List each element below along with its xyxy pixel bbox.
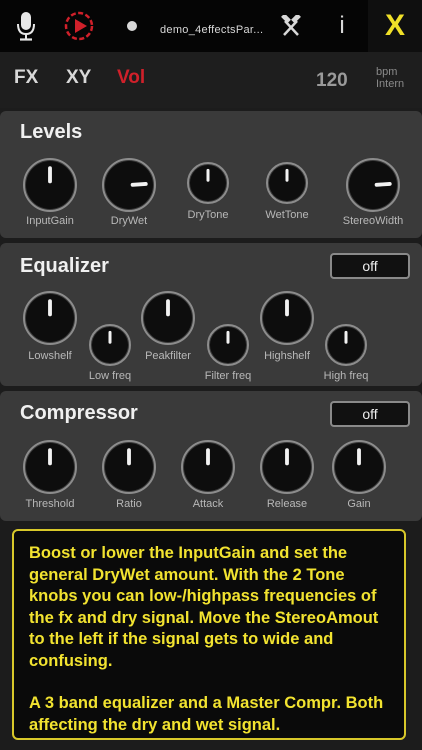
bpm-labels: bpm Intern — [376, 66, 404, 90]
knob-inputgain[interactable] — [22, 157, 78, 218]
knob-release[interactable] — [259, 439, 315, 500]
close-button[interactable]: X — [368, 0, 422, 52]
knob-label: Threshold — [25, 498, 75, 510]
filename-label[interactable]: demo_4effectsPar... — [160, 0, 263, 52]
levels-title: Levels — [20, 121, 83, 143]
mode-tabs: FX XY Vol 120 bpm Intern — [0, 52, 422, 108]
knob-wettone[interactable] — [265, 161, 309, 210]
tab-fx[interactable]: FX — [14, 67, 38, 89]
knob-label: DryWet — [110, 215, 148, 227]
knob-stereowidth[interactable] — [345, 157, 401, 218]
levels-panel: Levels InputGain DryWet DryTone WetTone Ster… — [0, 111, 422, 238]
knob-drywet[interactable] — [101, 157, 157, 218]
bpm-unit: bpm — [376, 66, 398, 78]
tab-xy[interactable]: XY — [66, 67, 91, 89]
knob-label: Highshelf — [264, 350, 310, 362]
knob-drytone[interactable] — [186, 161, 230, 210]
knob-label: Peakfilter — [145, 350, 191, 362]
help-text-2: A 3 band equalizer and a Master Compr. B… — [29, 694, 384, 734]
compressor-toggle[interactable]: off — [330, 401, 410, 427]
knob-label: High freq — [323, 370, 369, 382]
equalizer-panel: Equalizer off Lowshelf Low freq Peakfilter… — [0, 243, 422, 386]
knob-threshold[interactable] — [22, 439, 78, 500]
knob-ratio[interactable] — [101, 439, 157, 500]
knob-high-freq[interactable] — [324, 323, 368, 372]
knob-low-freq[interactable] — [88, 323, 132, 372]
help-text-1: Boost or lower the InputGain and set the… — [29, 544, 379, 670]
info-icon[interactable]: i — [332, 0, 352, 52]
bpm-value[interactable]: 120 — [316, 70, 348, 92]
knob-label: WetTone — [265, 209, 309, 221]
knob-filter-freq[interactable] — [206, 323, 250, 372]
compressor-title: Compressor — [20, 402, 138, 424]
knob-label: Release — [266, 498, 308, 510]
knob-peakfilter[interactable] — [140, 290, 196, 351]
knob-label: DryTone — [187, 209, 229, 221]
knob-label: Filter freq — [204, 370, 252, 382]
play-record-icon[interactable] — [61, 0, 97, 52]
microphone-icon[interactable] — [8, 0, 44, 52]
equalizer-toggle[interactable]: off — [330, 253, 410, 279]
knob-highshelf[interactable] — [259, 290, 315, 351]
top-toolbar: demo_4effectsPar... i X — [0, 0, 422, 52]
knob-label: Ratio — [116, 498, 142, 510]
knob-attack[interactable] — [180, 439, 236, 500]
knob-label: Lowshelf — [28, 350, 72, 362]
dot-icon[interactable] — [120, 0, 144, 52]
knob-gain[interactable] — [331, 439, 387, 500]
compressor-panel: Compressor off Threshold Ratio Attack Relea… — [0, 391, 422, 521]
knob-label: InputGain — [26, 215, 74, 227]
hammer-icon[interactable] — [276, 0, 306, 52]
equalizer-title: Equalizer — [20, 255, 109, 277]
help-overlay[interactable]: Boost or lower the InputGain and set the… — [12, 529, 406, 740]
knob-label: Gain — [347, 498, 371, 510]
knob-label: StereoWidth — [342, 215, 404, 227]
tab-vol[interactable]: Vol — [117, 67, 145, 89]
knob-label: Low freq — [88, 370, 132, 382]
knob-label: Attack — [192, 498, 224, 510]
bpm-source: Intern — [376, 78, 405, 90]
knob-lowshelf[interactable] — [22, 290, 78, 351]
